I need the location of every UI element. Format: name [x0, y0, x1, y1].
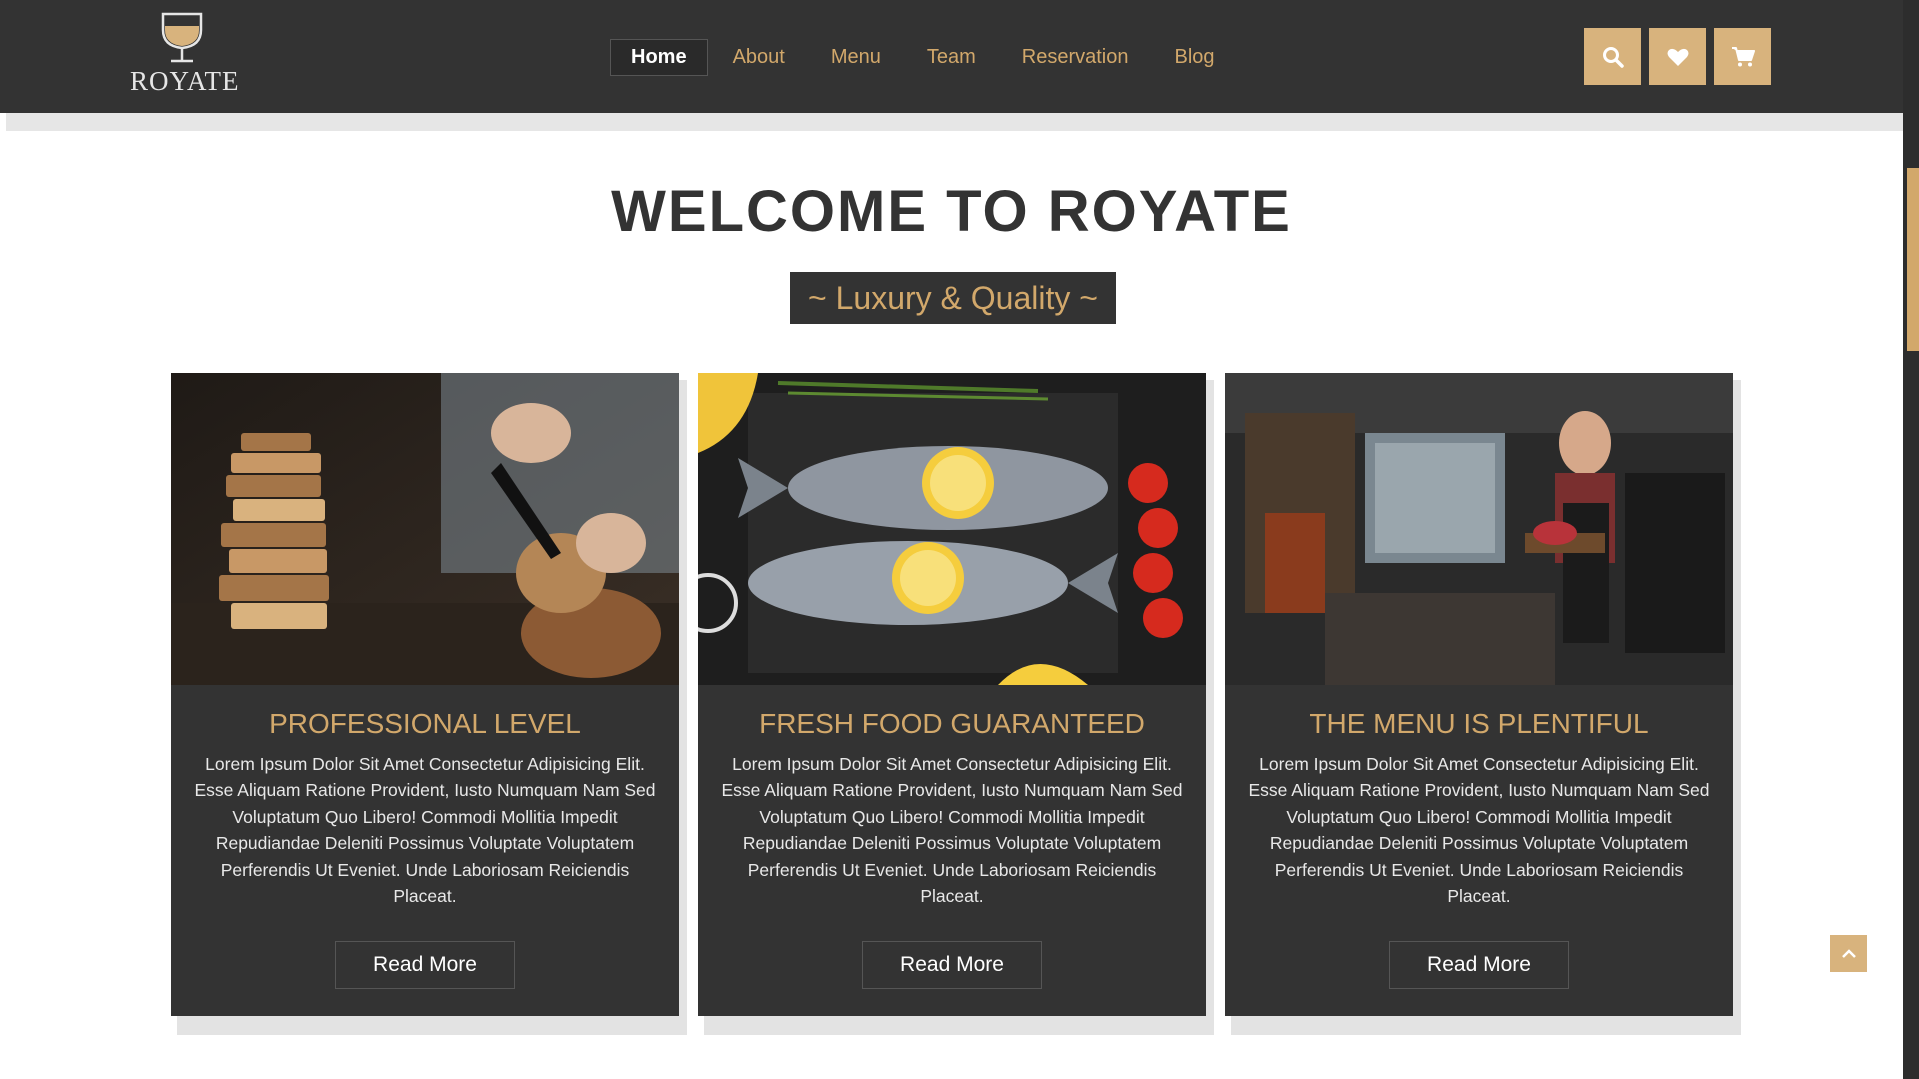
card-title: THE MENU IS PLENTIFUL: [1309, 708, 1649, 739]
card-title: FRESH FOOD GUARANTEED: [759, 708, 1145, 739]
feature-card-1: PROFESSIONAL LEVEL Lorem Ipsum Dolor Sit…: [171, 373, 679, 1016]
cart-icon: [1731, 46, 1755, 66]
brand-name: ROYATE: [130, 66, 240, 96]
nav-item-reservation[interactable]: Reservation: [1001, 39, 1150, 76]
nav-item-blog[interactable]: Blog: [1154, 39, 1236, 76]
read-more-button[interactable]: Read More: [862, 941, 1042, 989]
card-description: Lorem Ipsum Dolor Sit Amet Consectetur A…: [721, 754, 1183, 907]
nav-item-team[interactable]: Team: [906, 39, 997, 76]
read-more-button[interactable]: Read More: [335, 941, 515, 989]
card-description: Lorem Ipsum Dolor Sit Amet Consectetur A…: [1248, 754, 1710, 907]
heart-icon: [1667, 48, 1688, 66]
cart-button[interactable]: [1714, 28, 1771, 85]
back-to-top-button[interactable]: [1830, 935, 1867, 972]
fish-lemon-photo: [698, 373, 1206, 685]
scrollbar-thumb[interactable]: [1907, 168, 1919, 351]
search-icon: [1602, 46, 1624, 68]
card-description: Lorem Ipsum Dolor Sit Amet Consectetur A…: [194, 754, 656, 907]
wishlist-button[interactable]: [1649, 28, 1706, 85]
bread-cutting-photo: [171, 373, 679, 685]
nav-item-home[interactable]: Home: [610, 38, 708, 76]
page-title: WELCOME TO ROYATE: [611, 179, 1292, 244]
scrollbar-track[interactable]: [1903, 0, 1919, 1079]
search-button[interactable]: [1584, 28, 1641, 85]
nav-item-menu[interactable]: Menu: [810, 39, 902, 76]
subtitle-text: ~ Luxury & Quality ~: [808, 279, 1098, 316]
read-more-button[interactable]: Read More: [1389, 941, 1569, 989]
subtitle-badge: ~ Luxury & Quality ~: [790, 272, 1116, 324]
feature-card-2: FRESH FOOD GUARANTEED Lorem Ipsum Dolor …: [698, 373, 1206, 1016]
header-divider: [6, 113, 1903, 131]
brand-logo[interactable]: ROYATE: [130, 12, 240, 102]
chef-kitchen-photo: [1225, 373, 1733, 685]
wine-glass-icon: [161, 12, 203, 63]
nav-item-about[interactable]: About: [712, 39, 806, 76]
top-navbar: ROYATE Home About Menu Team Reservation …: [0, 0, 1903, 113]
feature-card-3: THE MENU IS PLENTIFUL Lorem Ipsum Dolor …: [1225, 373, 1733, 1016]
card-title: PROFESSIONAL LEVEL: [269, 708, 581, 739]
chevron-up-icon: [1841, 948, 1856, 958]
main-nav: Home About Menu Team Reservation Blog: [610, 37, 1240, 77]
